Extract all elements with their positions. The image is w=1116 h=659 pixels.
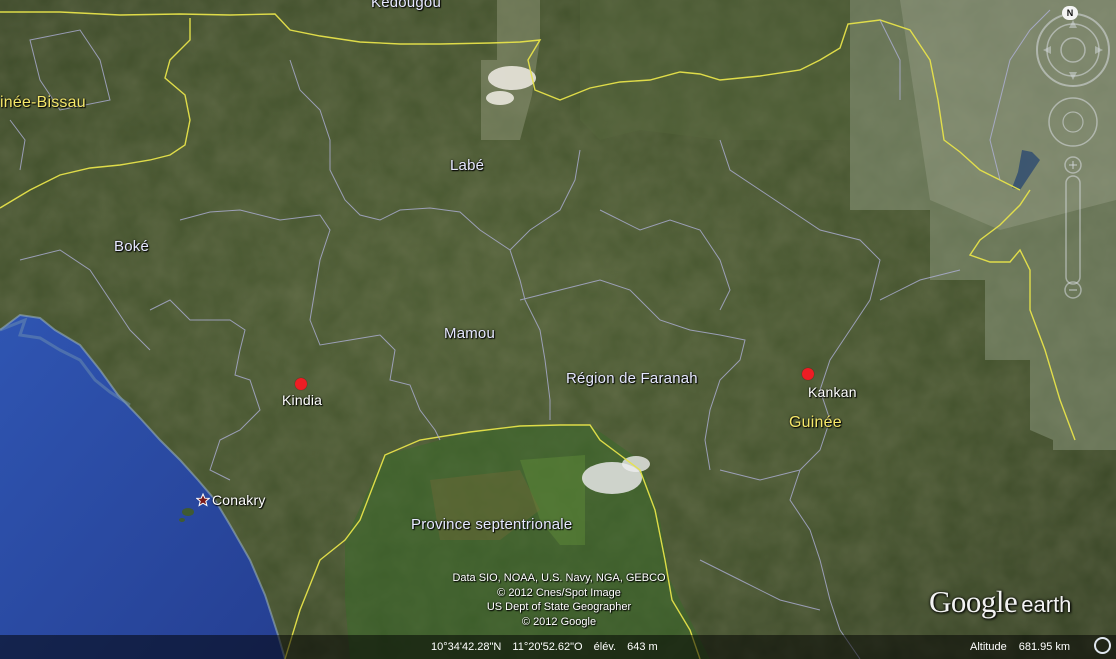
- navigation-controls[interactable]: [1035, 10, 1111, 310]
- city-label-kankan[interactable]: Kankan: [808, 384, 857, 400]
- streaming-status-icon: [1094, 637, 1111, 654]
- longitude-readout: 11°20'52.62"O: [512, 641, 583, 653]
- kankan-pin-icon[interactable]: [802, 368, 814, 380]
- logo-brand: Google: [929, 584, 1018, 619]
- city-label-conakry[interactable]: Conakry: [212, 492, 266, 508]
- latitude-readout: 10°34'42.28"N: [431, 641, 502, 653]
- region-label-boke: Boké: [114, 238, 149, 255]
- north-indicator-icon[interactable]: N: [1062, 6, 1078, 20]
- attribution-line: © 2012 Cnes/Spot Image: [497, 586, 621, 599]
- altitude-label: Altitude: [970, 641, 1007, 653]
- move-joystick[interactable]: [1048, 97, 1098, 147]
- pointer-coordinates: 10°34'42.28"N 11°20'52.62"O élév. 643 m: [431, 641, 666, 653]
- region-label-province-septentrionale: Province septentrionale: [411, 516, 573, 533]
- country-label-guinea-bissau: inée-Bissau: [0, 94, 86, 111]
- elevation-readout: 643 m: [627, 641, 658, 653]
- map-viewport[interactable]: Kedougou Labé Boké Mamou Région de Faran…: [0, 0, 1116, 659]
- region-label-mamou: Mamou: [444, 325, 496, 342]
- altitude-readout: 681.95 km: [1018, 641, 1071, 653]
- zoom-slider[interactable]: [1065, 175, 1081, 285]
- satellite-imagery: [0, 0, 1116, 659]
- attribution-line: Data SIO, NOAA, U.S. Navy, NGA, GEBCO: [452, 572, 666, 584]
- attribution-line: © 2012 Google: [521, 615, 597, 628]
- kindia-pin-icon[interactable]: [295, 378, 307, 390]
- region-label-faranah: Région de Faranah: [566, 370, 698, 387]
- elevation-label: élév.: [593, 641, 617, 653]
- status-bar: 10°34'42.28"N 11°20'52.62"O élév. 643 m …: [0, 635, 1116, 659]
- logo-product: earth: [1021, 592, 1072, 617]
- capital-star-icon[interactable]: [196, 493, 210, 507]
- city-label-kindia[interactable]: Kindia: [282, 392, 322, 408]
- attribution-line: US Dept of State Geographer: [486, 601, 632, 613]
- look-joystick[interactable]: [1060, 37, 1086, 63]
- altitude-display: Altitude 681.95 km: [970, 641, 1070, 653]
- region-label-labe: Labé: [450, 157, 485, 174]
- country-label-guinee: Guinée: [789, 414, 842, 431]
- google-earth-logo: Google earth: [929, 584, 1071, 620]
- region-label-kedougou: Kedougou: [371, 0, 442, 11]
- imagery-attribution: Data SIO, NOAA, U.S. Navy, NGA, GEBCO © …: [432, 571, 686, 629]
